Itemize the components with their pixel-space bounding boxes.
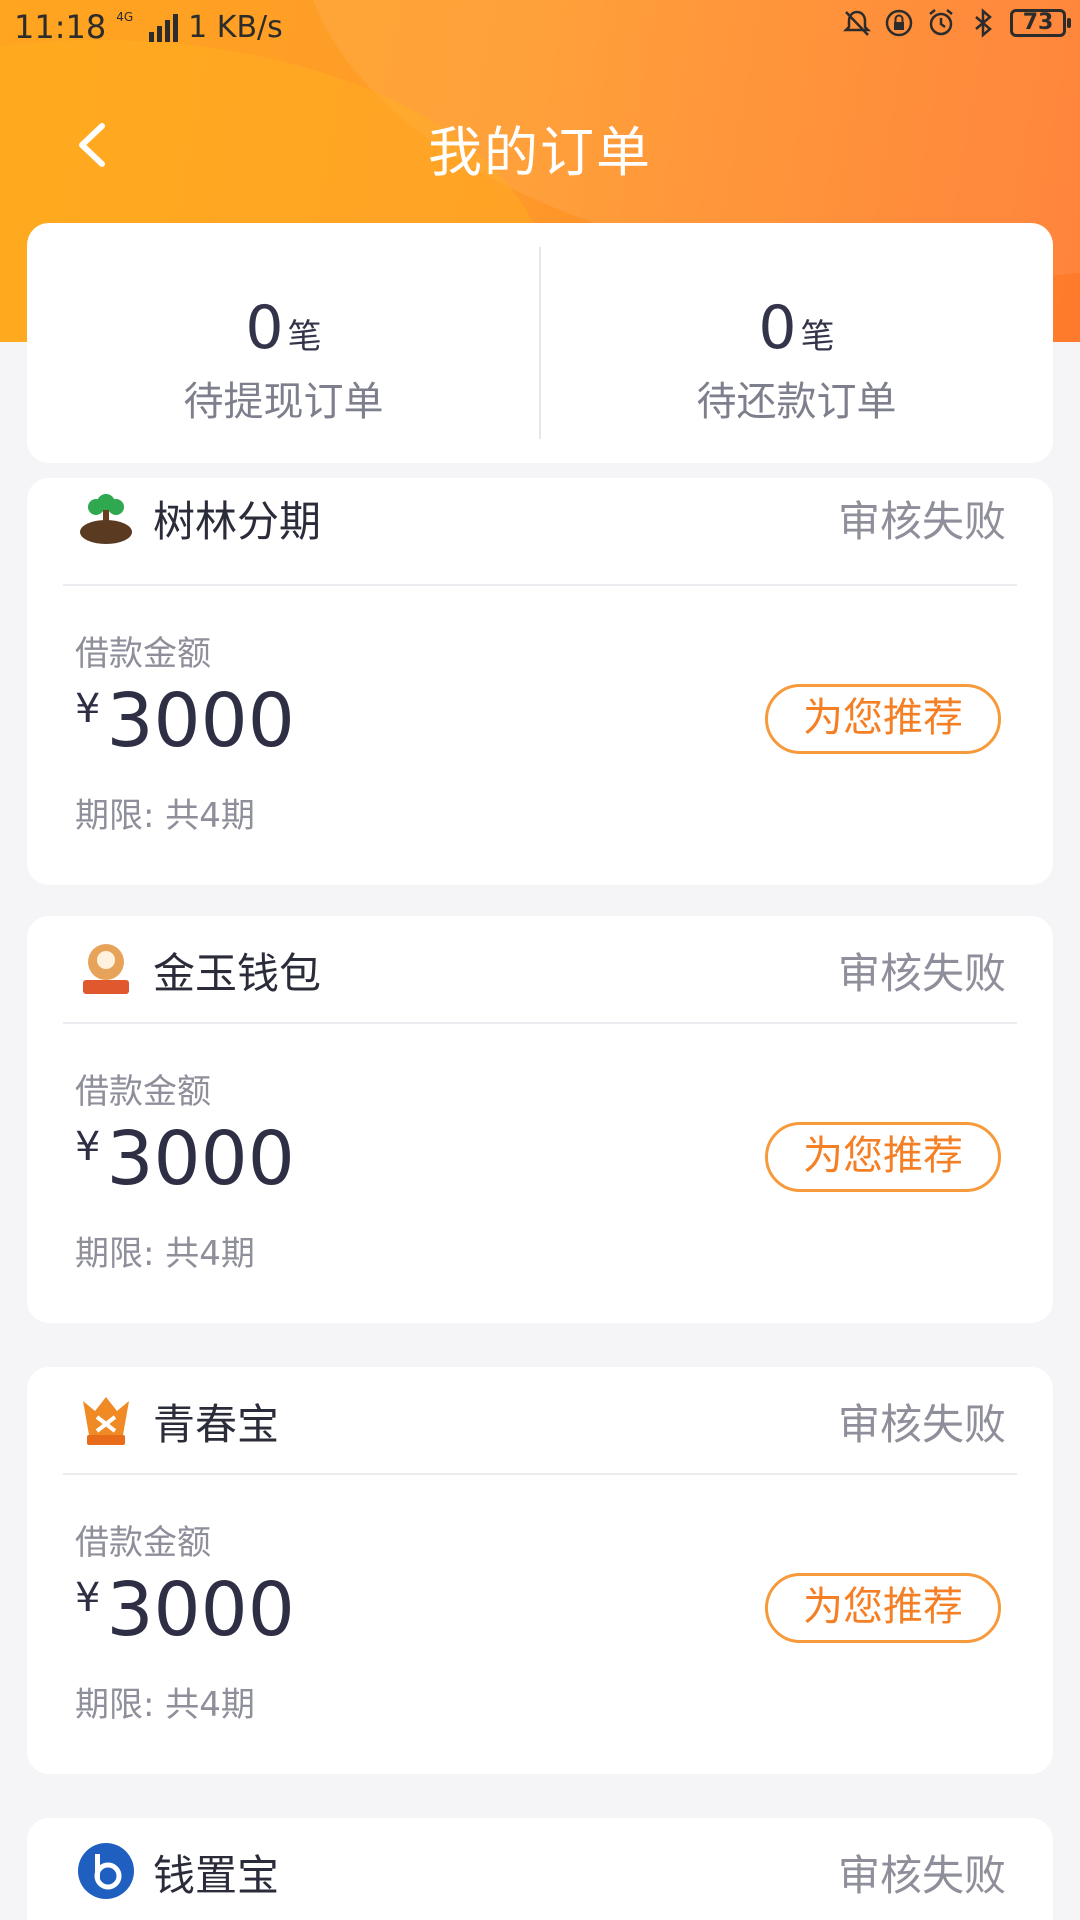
status-left: 11:18 4G 1 KB/s (14, 8, 283, 46)
pending-withdraw-count: 0 (245, 293, 284, 363)
order-card[interactable]: 钱置宝 审核失败 (27, 1818, 1053, 1920)
currency-symbol: ¥ (75, 1124, 101, 1170)
order-card[interactable]: 树林分期 审核失败 借款金额 ¥3000 期限: 共4期 为您推荐 (27, 478, 1053, 885)
navigation-bar: 我的订单 (0, 90, 1080, 200)
order-product-name: 钱置宝 (153, 1851, 280, 1900)
youth-treasure-logo-icon (83, 1397, 129, 1445)
pending-withdraw-summary[interactable]: 0笔 待提现订单 (27, 223, 540, 463)
network-type: 4G (116, 10, 134, 24)
order-header: 树林分期 审核失败 (27, 478, 1053, 572)
pending-withdraw-count-line: 0笔 (27, 293, 540, 363)
order-product-name: 树林分期 (153, 497, 322, 546)
battery-icon: 73 (1010, 9, 1071, 37)
order-card[interactable]: 青春宝 审核失败 借款金额 ¥3000 期限: 共4期 为您推荐 (27, 1367, 1053, 1774)
order-status: 审核失败 (837, 1400, 1006, 1449)
loan-amount: ¥3000 (75, 1567, 295, 1653)
pending-repay-count-line: 0笔 (540, 293, 1053, 363)
order-summary-card: 0笔 待提现订单 0笔 待还款订单 (27, 223, 1053, 463)
signal-icon (149, 12, 179, 42)
alarm-icon (929, 9, 953, 36)
network-speed: 1 KB/s (188, 9, 283, 45)
loan-amount-value: 3000 (106, 1567, 295, 1653)
order-card[interactable]: 金玉钱包 审核失败 借款金额 ¥3000 期限: 共4期 为您推荐 (27, 916, 1053, 1323)
jade-wallet-logo-icon (83, 944, 129, 994)
pending-repay-summary[interactable]: 0笔 待还款订单 (540, 223, 1053, 463)
bell-muted-icon (842, 10, 872, 36)
bluetooth-icon (975, 8, 992, 38)
pending-withdraw-label: 待提现订单 (183, 379, 384, 425)
loan-amount: ¥3000 (75, 1116, 295, 1202)
order-header: 青春宝 审核失败 (27, 1367, 1053, 1475)
status-time: 11:18 (14, 8, 107, 46)
order-product-name: 金玉钱包 (153, 949, 322, 998)
pending-repay-count: 0 (758, 293, 797, 363)
loan-amount-label: 借款金额 (75, 1523, 211, 1563)
loan-amount-label: 借款金额 (75, 634, 211, 674)
loan-term: 期限: 共4期 (75, 1234, 255, 1274)
pending-withdraw-unit: 笔 (287, 317, 322, 357)
recommend-button[interactable]: 为您推荐 (765, 1122, 1001, 1192)
order-header: 钱置宝 审核失败 (27, 1818, 1053, 1920)
recommend-button[interactable]: 为您推荐 (765, 1573, 1001, 1643)
order-divider (63, 584, 1017, 586)
recommend-button[interactable]: 为您推荐 (765, 684, 1001, 754)
order-status: 审核失败 (837, 1851, 1006, 1900)
lock-rotation-icon (885, 9, 913, 37)
loan-term: 期限: 共4期 (75, 796, 255, 836)
tree-logo-icon (80, 494, 132, 544)
loan-amount: ¥3000 (75, 678, 295, 764)
order-product-name: 青春宝 (153, 1400, 280, 1449)
order-header: 金玉钱包 审核失败 (27, 916, 1053, 1024)
currency-symbol: ¥ (75, 1575, 101, 1621)
pending-repay-label: 待还款订单 (696, 379, 897, 425)
order-status: 审核失败 (837, 949, 1006, 998)
currency-symbol: ¥ (75, 686, 101, 732)
order-status: 审核失败 (837, 497, 1006, 546)
money-treasure-logo-icon (78, 1843, 134, 1899)
order-divider (63, 1022, 1017, 1024)
order-divider (63, 1473, 1017, 1475)
status-bar: 11:18 4G 1 KB/s 73 (0, 0, 1080, 54)
pending-repay-unit: 笔 (800, 317, 835, 357)
loan-amount-value: 3000 (106, 678, 295, 764)
page-title: 我的订单 (428, 121, 652, 184)
loan-amount-value: 3000 (106, 1116, 295, 1202)
loan-amount-label: 借款金额 (75, 1072, 211, 1112)
loan-term: 期限: 共4期 (75, 1685, 255, 1725)
status-right: 73 (842, 8, 1071, 38)
